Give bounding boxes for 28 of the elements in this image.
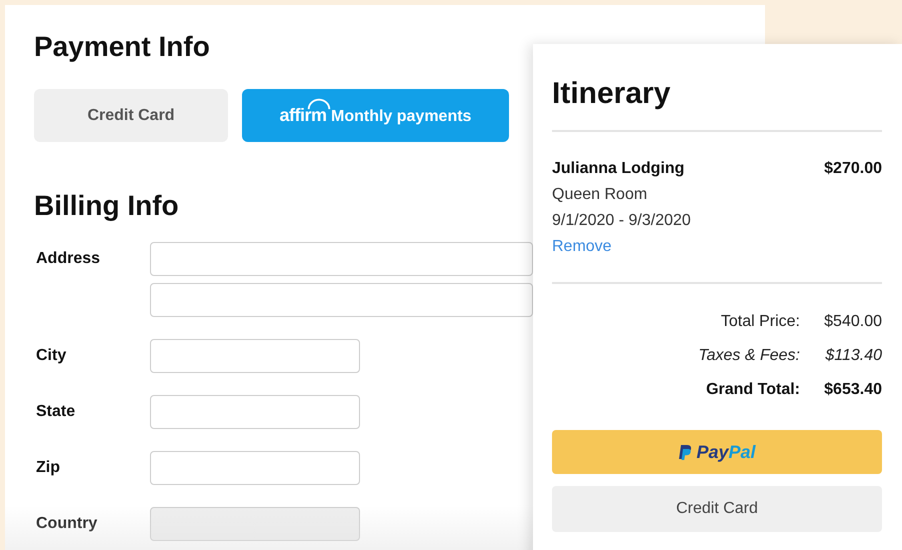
letter-p-icon	[678, 444, 692, 460]
field-label: State	[35, 403, 76, 421]
total-value: $653.40	[823, 380, 882, 400]
credit-card-button[interactable]: Credit Card	[552, 486, 882, 532]
total-label: Total Price:	[720, 312, 800, 332]
total-value: $540.00	[823, 312, 882, 332]
remove-link[interactable]: Remove	[552, 234, 612, 260]
total-value: $113.40	[824, 346, 882, 366]
item-price: $270.00	[824, 159, 882, 179]
section-title: Payment Info	[34, 30, 210, 64]
date-range: 9/1/2020 - 9/3/2020	[552, 211, 691, 231]
input-field[interactable]	[150, 242, 533, 276]
input-field[interactable]	[150, 339, 360, 373]
field-label: City	[35, 347, 68, 365]
room-type: Queen Room	[552, 185, 648, 205]
field-label: Country	[35, 515, 98, 533]
total-label: Taxes & Fees:	[698, 346, 800, 366]
paypal-button[interactable]: PayPal	[552, 430, 882, 474]
total-label: Grand Total:	[706, 380, 800, 400]
input-field[interactable]	[150, 451, 360, 485]
input-field[interactable]	[150, 395, 360, 429]
itinerary-title: Itinerary	[552, 76, 672, 112]
section-title: Billing Info	[34, 189, 179, 223]
input-field[interactable]	[150, 283, 533, 317]
field-label: Zip	[35, 459, 61, 477]
field-label: Address	[35, 250, 102, 268]
credit-card-button[interactable]: Credit Card	[34, 89, 228, 142]
item-name: Julianna Lodging	[552, 159, 684, 179]
